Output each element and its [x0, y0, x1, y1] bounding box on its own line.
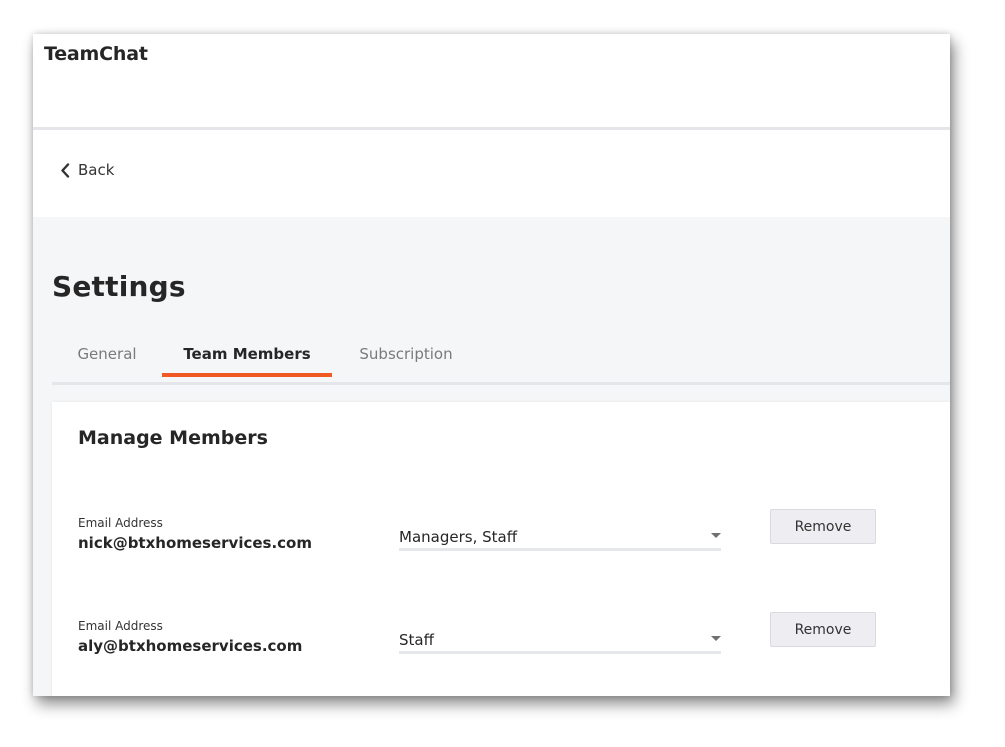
manage-members-card: Manage Members Email Address nick@btxhom…	[52, 402, 950, 696]
role-select[interactable]: Staff	[399, 625, 721, 654]
member-row: Email Address nick@btxhomeservices.com M…	[52, 509, 950, 572]
back-link[interactable]: Back	[60, 159, 114, 181]
email-label: Email Address	[78, 619, 163, 633]
page-title: Settings	[52, 270, 186, 303]
caret-down-icon	[711, 533, 721, 538]
member-email: aly@btxhomeservices.com	[78, 637, 303, 655]
app-header: TeamChat	[33, 34, 950, 130]
tab-team-members[interactable]: Team Members	[162, 330, 332, 377]
chevron-left-icon	[60, 162, 78, 178]
settings-tabs: General Team Members Subscription	[52, 330, 950, 385]
member-email: nick@btxhomeservices.com	[78, 534, 312, 552]
tab-subscription[interactable]: Subscription	[342, 330, 470, 377]
tab-general[interactable]: General	[52, 330, 162, 377]
card-title: Manage Members	[78, 427, 268, 449]
role-select-value: Managers, Staff	[399, 528, 518, 546]
app-window: TeamChat Back Settings General Team Memb…	[33, 34, 950, 696]
role-select[interactable]: Managers, Staff	[399, 522, 721, 551]
caret-down-icon	[711, 636, 721, 641]
back-label: Back	[78, 161, 115, 179]
email-label: Email Address	[78, 516, 163, 530]
role-select-value: Staff	[399, 631, 434, 649]
back-bar: Back	[33, 130, 950, 217]
remove-button[interactable]: Remove	[770, 612, 876, 647]
app-title: TeamChat	[44, 43, 148, 65]
member-row: Email Address aly@btxhomeservices.com St…	[52, 612, 950, 675]
remove-button[interactable]: Remove	[770, 509, 876, 544]
